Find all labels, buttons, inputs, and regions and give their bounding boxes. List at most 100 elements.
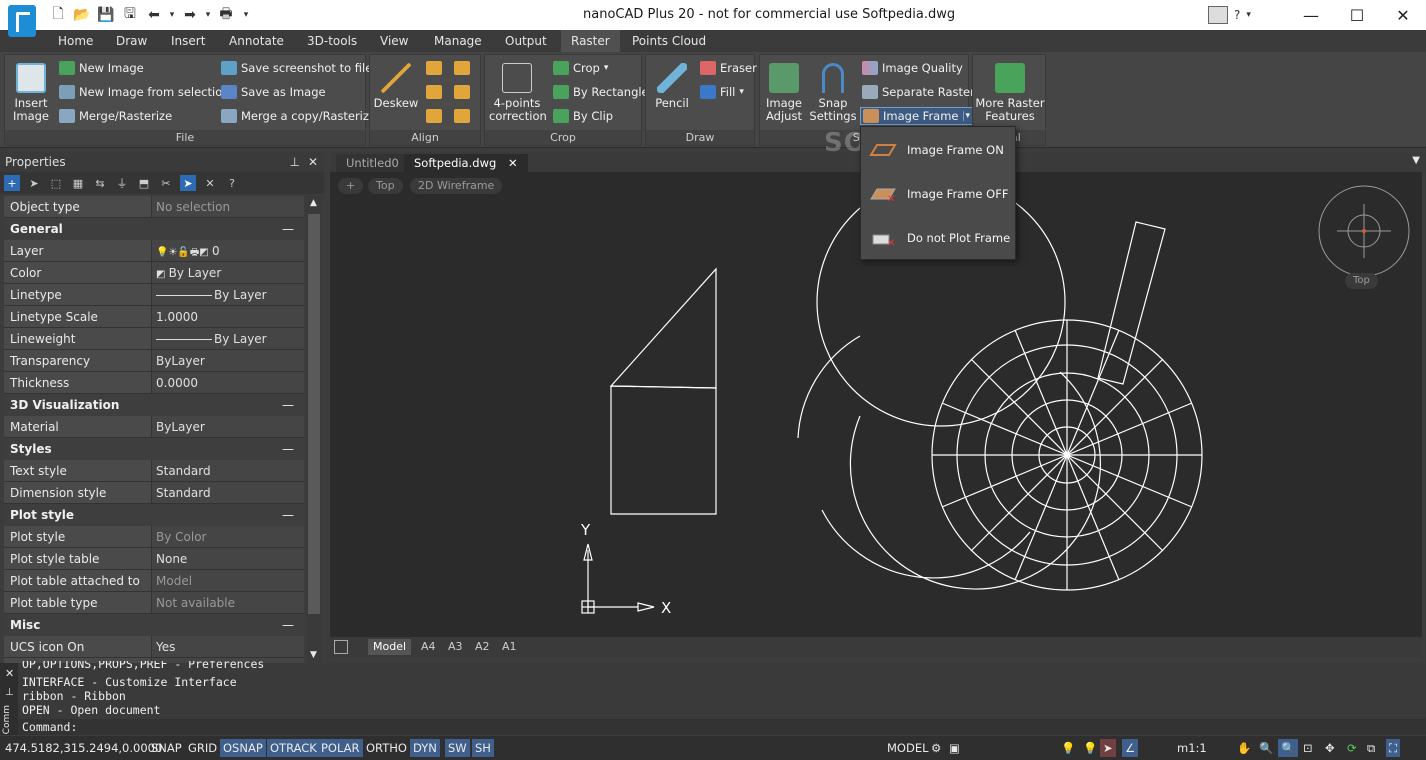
select-arrow-icon[interactable]: ➤ [26,175,42,191]
minimize-icon[interactable]: — [1288,0,1334,30]
select-window-icon[interactable]: ⬚ [48,175,64,191]
select-mode-icon[interactable]: ➤ [1100,739,1116,757]
help-icon[interactable]: ? [224,175,240,191]
property-value[interactable]: No selection [151,196,304,217]
property-value[interactable]: Not available [151,592,304,613]
new-image-button[interactable]: New Image [59,61,144,75]
redo-dropdown-icon[interactable]: ▾ [204,6,212,24]
layout-menu-icon[interactable] [334,640,348,654]
tab-view[interactable]: View [380,34,408,48]
scroll-up-icon[interactable]: ▲ [310,198,317,208]
pickadd-icon[interactable]: ➤ [180,175,196,191]
otrack-toggle[interactable]: OTRACK [267,739,320,757]
separate-raster-button[interactable]: Separate Raster [862,85,975,99]
property-value[interactable]: None [151,548,304,569]
select-similar-icon[interactable]: ⇆ [92,175,108,191]
property-value[interactable]: ◩ By Layer [151,262,304,283]
zoom-window-icon[interactable]: 🔍 [1278,739,1299,757]
pin-icon[interactable]: ⊥ [5,687,14,698]
property-value[interactable]: ByLayer [151,350,304,371]
lightbulb-icon[interactable]: 💡 [1058,739,1078,757]
zoom-extents-icon[interactable]: ⊡ [1300,739,1316,757]
select-crossing-icon[interactable]: ▦ [70,175,86,191]
redo-icon[interactable]: ➡ [180,6,200,24]
tabs-dropdown-icon[interactable]: ▼ [1412,155,1420,166]
close-icon[interactable]: ✕ [5,667,14,680]
ortho-toggle[interactable]: ORTHO [363,739,410,757]
orbit-icon[interactable]: ✥ [1322,739,1338,757]
fullscreen-icon[interactable]: ⛶ [1386,739,1401,757]
tab-manage[interactable]: Manage [434,34,482,48]
property-section-header[interactable]: Plot style — [4,504,304,526]
chevron-down-icon[interactable]: ▾ [962,111,970,121]
image-frame-button[interactable]: Image Frame ▾ [860,107,974,125]
regen-icon[interactable]: ⟳ [1344,739,1360,757]
property-section-header[interactable]: Styles — [4,438,304,460]
save-as-icon[interactable]: 🖫 [120,6,140,24]
property-value[interactable]: 0.0000 [151,372,304,393]
pencil-button[interactable]: Pencil [650,63,694,110]
pan-hand-icon[interactable]: ✋ [1234,739,1254,757]
property-value[interactable]: Model [151,570,304,591]
ucs-status-icon[interactable]: ⚙ [928,739,944,757]
close-tab-icon[interactable]: ✕ [508,156,518,170]
align-right-icon[interactable] [454,109,470,123]
tab-home[interactable]: Home [58,34,93,48]
property-value[interactable]: Yes [151,636,304,657]
scroll-thumb[interactable] [308,214,320,614]
app-logo[interactable] [8,5,36,37]
fill-button[interactable]: Fill ▾ [700,85,744,99]
tab-untitled0[interactable]: Untitled0 [336,154,409,172]
tab-draw[interactable]: Draw [116,34,147,48]
deskew-button[interactable]: Deskew [372,63,420,110]
quick-select-icon[interactable]: ⬒ [136,175,152,191]
tab-points-cloud[interactable]: Points Cloud [632,34,706,48]
pin-icon[interactable]: ⊥ [290,152,300,172]
align-center-icon[interactable] [426,85,442,99]
help-icon[interactable]: ? [1234,8,1240,22]
image-frame-on-item[interactable]: Image Frame ON [869,139,1004,161]
merge-rasterize-button[interactable]: Merge/Rasterize [59,109,172,123]
tab-a3[interactable]: A3 [443,639,468,655]
tab-raster[interactable]: Raster [561,30,620,52]
merge-copy-button[interactable]: Merge a copy/Rasterize [221,109,376,123]
align-middle-icon[interactable] [454,85,470,99]
eraser-button[interactable]: Eraser [700,61,757,75]
sh-toggle[interactable]: SH [472,739,494,757]
property-section-header[interactable]: Misc — [4,614,304,636]
tab-model[interactable]: Model [368,639,412,655]
print-icon[interactable]: 🖶 [216,6,236,24]
workspace-icon[interactable] [1208,6,1228,24]
snap-toggle[interactable]: SNAP [148,739,185,757]
by-rectangle-button[interactable]: By Rectangle [553,85,649,99]
close-icon[interactable]: ✕ [308,152,318,172]
maximize-icon[interactable]: ☐ [1334,0,1380,30]
viewports-icon[interactable]: ⧉ [1364,739,1378,757]
four-points-correction-button[interactable]: 4-points correction [489,63,547,123]
property-value[interactable]: 1.0000 [151,306,304,327]
collapse-icon[interactable]: — [282,438,294,460]
by-clip-button[interactable]: By Clip [553,109,613,123]
save-icon[interactable]: 💾 [96,6,116,24]
tab-a1[interactable]: A1 [497,639,522,655]
property-value[interactable]: 💡☀🔓🖶◩ 0 [151,240,304,261]
more-raster-features-button[interactable]: More Raster Features [975,63,1045,123]
property-value[interactable]: Standard [151,482,304,503]
coordinates-readout[interactable]: 474.5182,315.2494,0.0000 [2,739,165,757]
image-frame-off-item[interactable]: ✕ Image Frame OFF [869,183,1008,205]
tab-output[interactable]: Output [505,34,547,48]
sw-toggle[interactable]: SW [445,739,470,757]
collapse-icon[interactable]: — [282,394,294,416]
align-bottom-icon[interactable] [426,109,442,123]
collapse-icon[interactable]: — [282,504,294,526]
view-cube-label[interactable]: Top [1345,273,1378,289]
tab-insert[interactable]: Insert [171,34,205,48]
do-not-plot-frame-item[interactable]: ✕ Do not Plot Frame [869,227,1010,249]
customize-qat-icon[interactable]: ▾ [240,6,252,24]
snap-settings-button[interactable]: Snap Settings [808,63,858,123]
add-selection-icon[interactable]: + [4,175,20,191]
scroll-down-icon[interactable]: ▼ [310,650,317,660]
property-value[interactable]: By Color [151,526,304,547]
properties-scrollbar[interactable]: ▲ ▼ [306,196,322,662]
model-space-toggle[interactable]: MODEL [884,739,932,757]
